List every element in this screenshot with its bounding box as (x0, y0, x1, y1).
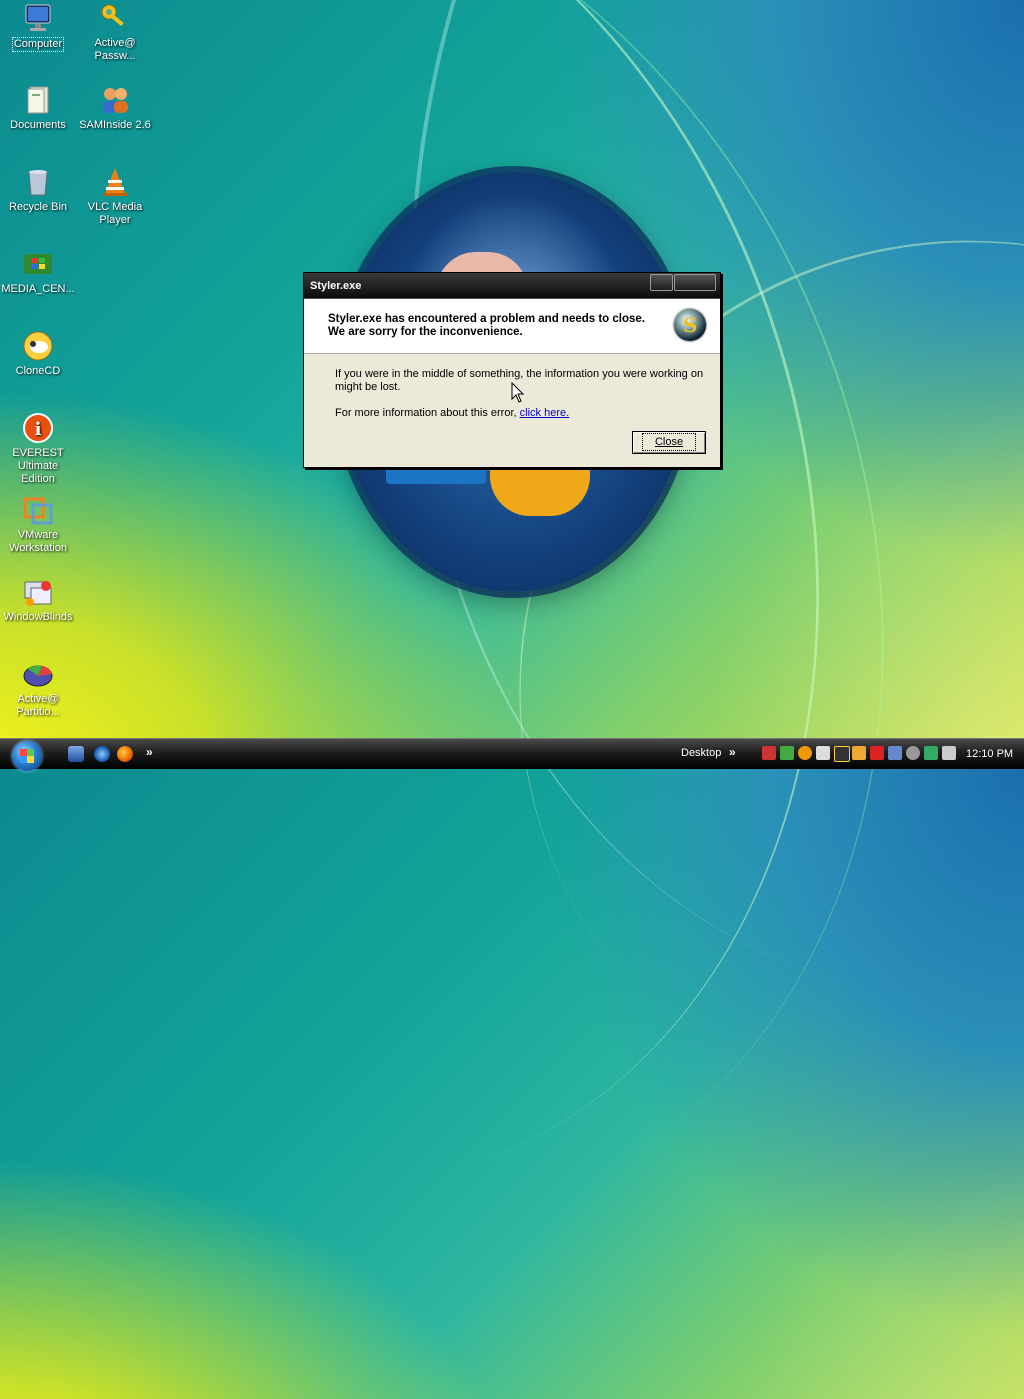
desktop-icon-everest[interactable]: i EVEREST Ultimate Edition (0, 412, 76, 486)
desktop-icon-label: VLC Media Player (87, 201, 143, 226)
vmware-icon (22, 494, 54, 526)
desktop-icon-windowblinds[interactable]: WindowBlinds (0, 576, 76, 624)
windows-flag-icon (22, 248, 54, 280)
quick-launch-overflow-chevron[interactable]: » (146, 745, 153, 759)
users-icon (99, 84, 131, 116)
show-desktop-icon[interactable] (68, 746, 84, 762)
tray-icon-10[interactable] (924, 746, 938, 760)
desktop-icon-label: MEDIA_CEN... (1, 283, 75, 295)
wallpaper-wave (266, 0, 1024, 1108)
desktop-toolbar-chevron[interactable]: » (729, 745, 736, 759)
desktop-icon-recycle-bin[interactable]: Recycle Bin (0, 166, 76, 214)
windowblinds-icon (22, 576, 54, 608)
desktop-icon-clonecd[interactable]: CloneCD (0, 330, 76, 378)
error-dialog: Styler.exe Styler.exe has encountered a … (303, 272, 721, 468)
desktop-icon-label: Active@ Partitio... (16, 693, 60, 718)
dialog-header: Styler.exe has encountered a problem and… (304, 299, 720, 354)
partition-disk-icon (22, 658, 54, 690)
dialog-body: If you were in the middle of something, … (304, 354, 720, 466)
desktop-icon-vmware[interactable]: VMware Workstation (0, 494, 76, 555)
desktop-icon-saminside[interactable]: SAMInside 2.6 (77, 84, 153, 132)
documents-icon (22, 84, 54, 116)
computer-icon (22, 2, 54, 34)
desktop-icon-label: WindowBlinds (3, 611, 73, 623)
start-button[interactable] (12, 741, 42, 771)
dialog-titlebar[interactable]: Styler.exe (304, 273, 720, 299)
clonecd-sheep-icon (22, 330, 54, 362)
desktop-icon-vlc[interactable]: VLC Media Player (77, 166, 153, 227)
tray-icon-4[interactable] (816, 746, 830, 760)
error-headline: Styler.exe has encountered a problem and… (328, 313, 645, 338)
taskbar: » Desktop » 12:10 PM (0, 738, 1024, 771)
firefox-icon[interactable] (117, 746, 133, 762)
tray-icon-2[interactable] (780, 746, 794, 760)
tray-icon-11[interactable] (942, 746, 956, 760)
key-icon (99, 2, 131, 34)
vlc-cone-icon (99, 166, 131, 198)
svg-text:i: i (35, 419, 42, 440)
more-info-text: For more information about this error, (335, 407, 520, 419)
click-here-link[interactable]: click here. (520, 407, 570, 419)
tray-icon-7[interactable] (870, 746, 884, 760)
desktop-icon-label: SAMInside 2.6 (79, 119, 151, 131)
tray-icon-8[interactable] (888, 746, 902, 760)
desktop-icon-label: Computer (11, 37, 65, 52)
desktop-toolbar-label[interactable]: Desktop (681, 747, 721, 759)
internet-explorer-icon[interactable] (94, 746, 110, 762)
tray-icon-6[interactable] (852, 746, 866, 760)
desktop-icon-label: Documents (10, 119, 66, 131)
desktop-icon-active-password[interactable]: Active@ Passw... (77, 2, 153, 63)
dialog-close-x-button[interactable] (674, 274, 716, 291)
desktop-icon-media-center[interactable]: MEDIA_CEN... (0, 248, 76, 296)
tray-icon-5[interactable] (834, 746, 850, 762)
more-info-line: For more information about this error, c… (335, 407, 569, 419)
desktop-icon-documents[interactable]: Documents (0, 84, 76, 132)
dialog-title: Styler.exe (310, 280, 362, 292)
tray-icon-9[interactable] (906, 746, 920, 760)
close-button[interactable]: Close (632, 431, 706, 454)
desktop-icon-label: Recycle Bin (8, 201, 68, 213)
dialog-minimize-button[interactable] (650, 274, 673, 291)
desktop-icon-label: Active@ Passw... (94, 37, 136, 62)
recycle-bin-icon (22, 166, 54, 198)
tray-icon-1[interactable] (762, 746, 776, 760)
tray-icon-3[interactable] (798, 746, 812, 760)
desktop-icon-label: EVEREST Ultimate Edition (12, 447, 64, 485)
desktop-icon-computer[interactable]: Computer (0, 2, 76, 52)
desktop-icon-active-partition[interactable]: Active@ Partitio... (0, 658, 76, 719)
taskbar-clock[interactable]: 12:10 PM (966, 748, 1013, 760)
desktop-icon-label: CloneCD (15, 365, 61, 377)
desktop-icon-label: VMware Workstation (9, 529, 67, 554)
info-icon: i (22, 412, 54, 444)
styler-logo-icon: S (674, 309, 706, 341)
